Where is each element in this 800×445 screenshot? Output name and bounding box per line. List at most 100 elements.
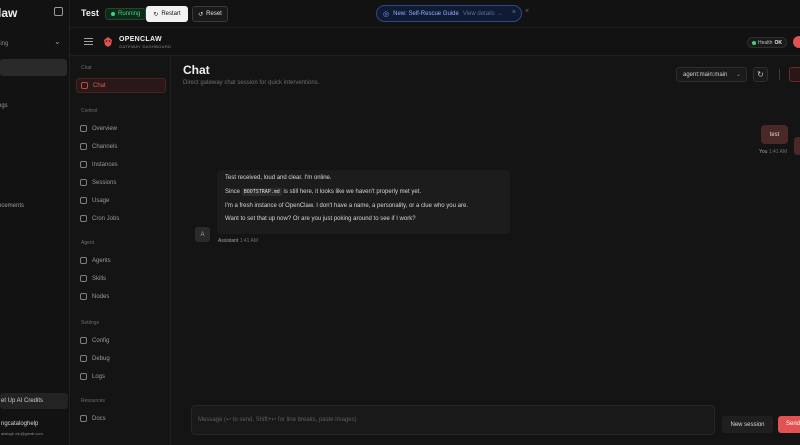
- page-title: Chat: [183, 63, 210, 77]
- nav-item-label: Usage: [92, 197, 110, 204]
- banner-text: New: Self-Rescue Guide: [393, 10, 459, 17]
- user-sender: You: [759, 149, 768, 155]
- status-text: Running: [118, 11, 141, 17]
- instances-icon: [80, 161, 87, 168]
- lobster-logo-icon: [104, 37, 112, 47]
- nav-item-cron-jobs[interactable]: Cron Jobs: [76, 211, 166, 226]
- sidebar-collapse-icon[interactable]: [54, 7, 63, 16]
- health-dot-icon: [752, 40, 756, 45]
- nav-item-label: Agents: [92, 257, 111, 264]
- user-message-meta: You 1:41 AM: [759, 149, 787, 155]
- session-value: agent:main:main: [683, 72, 728, 78]
- info-icon: ◎: [383, 10, 390, 18]
- overview-icon: [80, 125, 87, 132]
- reset-label: Reset: [206, 11, 222, 17]
- restart-icon: ↻: [153, 11, 159, 18]
- banner-close-icon[interactable]: ×: [512, 9, 516, 16]
- nav-item-label: Cron Jobs: [92, 215, 120, 222]
- nav-item-label: Channels: [92, 143, 118, 150]
- nav-item-usage[interactable]: Usage: [76, 193, 166, 208]
- nav-item-logs[interactable]: Logs: [76, 369, 166, 384]
- app-subtitle: GATEWAY DASHBOARD: [119, 44, 172, 49]
- assistant-line: Since BOOTSTRAP.md is still here, it loo…: [225, 187, 502, 197]
- channels-icon: [80, 143, 87, 150]
- app-header: OPENCLAW GATEWAY DASHBOARD Health OK: [70, 28, 800, 56]
- nodes-icon: [80, 293, 87, 300]
- announcement-banner[interactable]: ◎ New: Self-Rescue Guide View details → …: [376, 5, 522, 22]
- nav-item-instances[interactable]: Instances: [76, 157, 166, 172]
- sessions-icon: [80, 179, 87, 186]
- nav-item-label: Logs: [92, 373, 106, 380]
- nav-item-agents[interactable]: Agents: [76, 253, 166, 268]
- agents-icon: [80, 257, 87, 264]
- send-button[interactable]: Send: [778, 416, 800, 433]
- user-time: 1:41 AM: [768, 149, 788, 155]
- nav-item-docs[interactable]: Docs: [76, 411, 166, 426]
- nav-item-channels[interactable]: Channels: [76, 139, 166, 154]
- reset-button[interactable]: ↺ Reset: [192, 6, 228, 22]
- instance-title: Test: [81, 8, 99, 18]
- usage-icon: [80, 197, 87, 204]
- nav-group-resources: Resources: [81, 398, 105, 404]
- assistant-line-post: is still here, it looks like we haven't …: [283, 188, 422, 195]
- close-icon[interactable]: ×: [525, 8, 529, 15]
- focus-mode-button[interactable]: [789, 67, 800, 82]
- assistant-message-bubble: Test received, loud and clear. I'm onlin…: [217, 170, 510, 234]
- status-badge: Running: [105, 8, 147, 20]
- nav-item-label: Config: [92, 337, 110, 344]
- docs-icon: [80, 415, 87, 422]
- nav-group-agent: Agent: [81, 240, 95, 246]
- nav-item-label: Sessions: [92, 179, 117, 186]
- nav-group-settings: Settings: [81, 320, 100, 326]
- status-dot-icon: [111, 12, 115, 16]
- ai-credits-button[interactable]: et Up AI Credits: [0, 393, 68, 409]
- refresh-button[interactable]: ↻: [753, 67, 768, 82]
- menu-icon[interactable]: [84, 38, 93, 45]
- restart-button[interactable]: ↻ Restart: [146, 6, 188, 22]
- nav-item-label: Skills: [92, 275, 107, 282]
- workspace-active-item[interactable]: [0, 59, 67, 76]
- refresh-icon: ↻: [757, 70, 764, 79]
- toolbar-divider: [779, 69, 780, 80]
- restart-label: Restart: [161, 11, 181, 17]
- chevron-down-icon: ⌄: [735, 72, 741, 78]
- outer-brand: law: [0, 6, 18, 20]
- nav-item-label: Docs: [92, 415, 106, 422]
- nav-group-control: Control: [81, 108, 98, 114]
- chat-main: Chat Direct gateway chat session for qui…: [171, 56, 800, 445]
- nav-item-debug[interactable]: Debug: [76, 351, 166, 366]
- outer-sidebar: law ning ⌄ ngs l t ncements et Up AI Cre…: [0, 0, 70, 445]
- user-name: ngcataloghelp: [1, 421, 39, 427]
- nav-item-sessions[interactable]: Sessions: [76, 175, 166, 190]
- assistant-line-pre: Since: [225, 188, 241, 195]
- nav-item-config[interactable]: Config: [76, 333, 166, 348]
- reset-icon: ↺: [198, 11, 204, 18]
- nav-group-chat: Chat: [81, 65, 92, 71]
- nav-item-label: Nodes: [92, 293, 110, 300]
- nav-item-label: Debug: [92, 355, 110, 362]
- health-label: Health: [758, 39, 773, 46]
- avatar[interactable]: [793, 36, 800, 48]
- skills-icon: [80, 275, 87, 282]
- clock-icon: [80, 215, 87, 222]
- inline-code: BOOTSTRAP.md: [241, 187, 282, 196]
- nav-item-skills[interactable]: Skills: [76, 271, 166, 286]
- app-name: OPENCLAW: [119, 36, 162, 43]
- outer-nav-item[interactable]: ncements: [0, 203, 24, 209]
- page-subtitle: Direct gateway chat session for quick in…: [183, 80, 320, 86]
- outer-nav-item[interactable]: ngs: [0, 103, 8, 109]
- user-message-bubble: test: [761, 125, 788, 144]
- session-select[interactable]: agent:main:main ⌄: [676, 67, 747, 82]
- assistant-sender: Assistant: [218, 238, 239, 244]
- nav-item-label: Overview: [92, 125, 118, 132]
- nav-item-overview[interactable]: Overview: [76, 121, 166, 136]
- message-input[interactable]: [198, 413, 698, 427]
- new-session-button[interactable]: New session: [722, 416, 773, 433]
- logs-icon: [80, 373, 87, 380]
- nav-sidebar: Chat Chat Control Overview Channels Inst…: [70, 56, 171, 445]
- user-email: atalogh elp@gmail.com: [1, 431, 43, 436]
- nav-item-chat[interactable]: Chat: [76, 78, 166, 93]
- nav-item-nodes[interactable]: Nodes: [76, 289, 166, 304]
- banner-link[interactable]: View details →: [463, 11, 503, 17]
- chevron-down-icon[interactable]: ⌄: [54, 37, 61, 46]
